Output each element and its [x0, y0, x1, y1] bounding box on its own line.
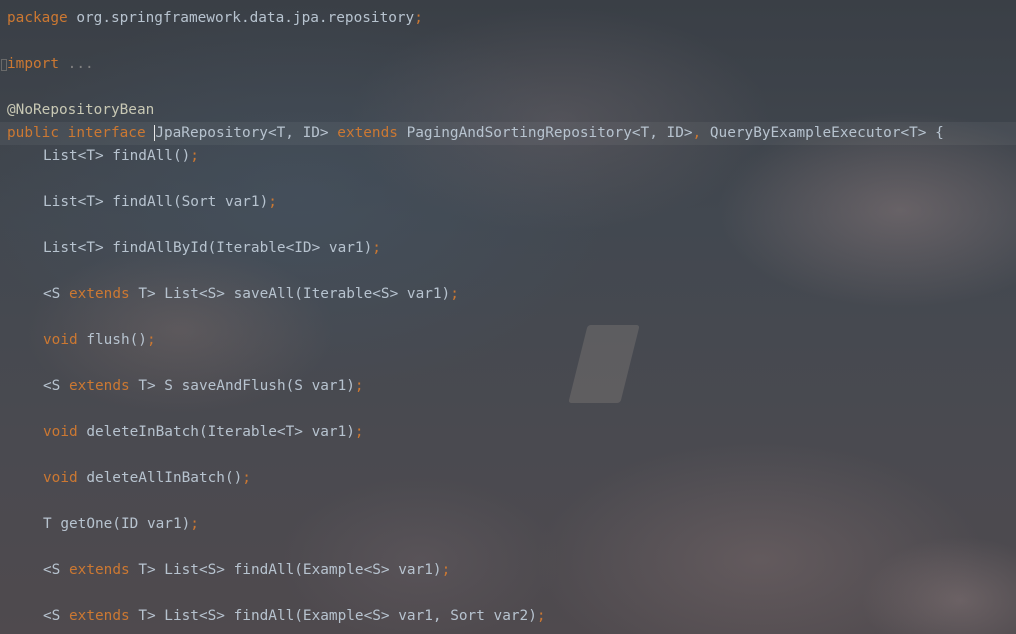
semicolon: ; — [242, 470, 251, 486]
keyword: void — [43, 332, 78, 348]
generics: <T, ID> — [267, 125, 329, 141]
method-signature: deleteInBatch(Iterable<T> var1) — [77, 424, 355, 440]
parent-type: QueryByExampleExecutor<T> — [709, 125, 927, 141]
semicolon: ; — [450, 286, 459, 302]
method-signature: T> List<S> findAll(Example<S> var1, Sort… — [129, 608, 537, 624]
semicolon: ; — [190, 516, 199, 532]
background-decoration — [568, 325, 640, 403]
method-signature: T> List<S> findAll(Example<S> var1) — [129, 562, 442, 578]
method-signature: T> List<S> saveAll(Iterable<S> var1) — [129, 286, 451, 302]
keyword: extends — [69, 608, 130, 624]
method-line[interactable]: void deleteAllInBatch(); — [43, 467, 251, 490]
semicolon: ; — [268, 194, 277, 210]
keyword: extends — [69, 286, 130, 302]
package-name: org.springframework.data.jpa.repository — [76, 10, 415, 26]
semicolon: ; — [372, 240, 381, 256]
interface-declaration-line[interactable]: public interface JpaRepository<T, ID> ex… — [0, 122, 1016, 145]
keyword: extends — [337, 125, 398, 141]
method-line[interactable]: <S extends T> List<S> saveAll(Iterable<S… — [43, 283, 459, 306]
interface-name: paRepository — [163, 125, 268, 141]
method-line[interactable]: <S extends T> List<S> findAll(Example<S>… — [43, 559, 450, 582]
folded-imports[interactable]: ... — [68, 56, 94, 72]
method-signature: T getOne(ID var1) — [43, 516, 191, 532]
interface-name-first-char: J — [155, 125, 164, 141]
semicolon: ; — [536, 608, 546, 624]
type-params: <S — [43, 378, 69, 394]
keyword: void — [43, 424, 78, 440]
semicolon: ; — [441, 562, 451, 578]
annotation: @NoRepositoryBean — [7, 102, 155, 118]
package-line[interactable]: package org.springframework.data.jpa.rep… — [7, 7, 423, 30]
keyword: package — [7, 10, 68, 26]
method-line[interactable]: T getOne(ID var1); — [43, 513, 199, 536]
keyword: extends — [69, 378, 130, 394]
keyword: import — [7, 56, 59, 72]
open-brace: { — [935, 125, 944, 141]
semicolon: ; — [190, 148, 199, 164]
code-editor[interactable]: package org.springframework.data.jpa.rep… — [0, 0, 1016, 634]
semicolon: ; — [414, 10, 423, 26]
method-signature: flush() — [77, 332, 147, 348]
type-params: <S — [43, 608, 69, 624]
semicolon: ; — [354, 424, 364, 440]
method-signature: deleteAllInBatch() — [77, 470, 243, 486]
keyword: public — [7, 125, 59, 141]
type-params: <S — [43, 562, 69, 578]
method-signature: List<T> findAllById(Iterable<ID> var1) — [43, 240, 373, 256]
method-line[interactable]: List<T> findAll(); — [43, 145, 199, 168]
method-signature: T> S saveAndFlush(S var1) — [129, 378, 355, 394]
parent-type: PagingAndSortingRepository<T, ID> — [406, 125, 693, 141]
semicolon: ; — [146, 332, 156, 348]
method-line[interactable]: <S extends T> S saveAndFlush(S var1); — [43, 375, 364, 398]
keyword: interface — [67, 125, 146, 141]
method-line[interactable]: List<T> findAllById(Iterable<ID> var1); — [43, 237, 381, 260]
keyword: extends — [69, 562, 130, 578]
type-params: <S — [43, 286, 69, 302]
method-line[interactable]: void deleteInBatch(Iterable<T> var1); — [43, 421, 364, 444]
import-line[interactable]: import ... — [7, 53, 94, 76]
keyword: void — [43, 470, 78, 486]
text-cursor: J — [154, 125, 164, 141]
method-signature: List<T> findAll() — [43, 148, 191, 164]
method-line[interactable]: <S extends T> List<S> findAll(Example<S>… — [43, 605, 546, 628]
annotation-line[interactable]: @NoRepositoryBean — [7, 99, 154, 122]
semicolon: ; — [354, 378, 364, 394]
comma: , — [692, 125, 702, 141]
method-line[interactable]: List<T> findAll(Sort var1); — [43, 191, 277, 214]
method-line[interactable]: void flush(); — [43, 329, 156, 352]
method-signature: List<T> findAll(Sort var1) — [43, 194, 269, 210]
